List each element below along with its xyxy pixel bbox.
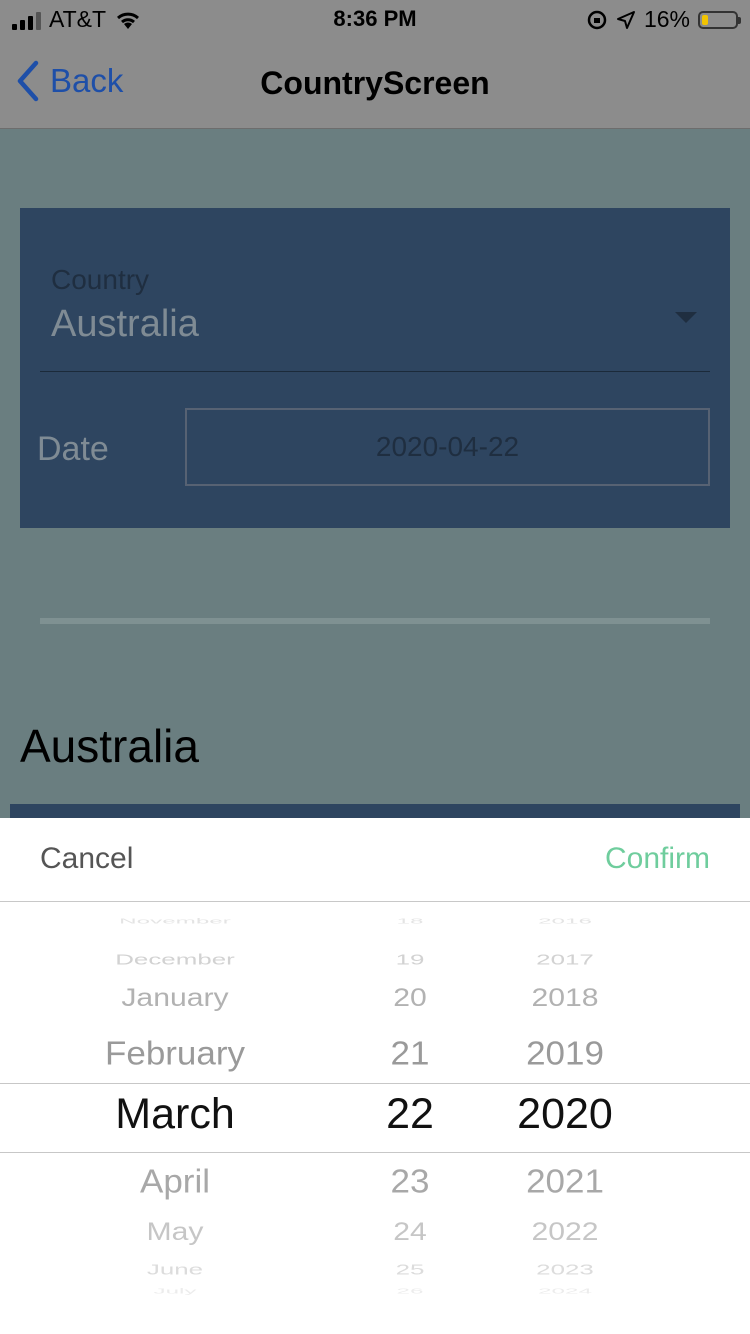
month-option[interactable]: March: [60, 1090, 290, 1139]
date-input[interactable]: 2020-04-22: [185, 408, 710, 486]
date-picker-sheet: Cancel Confirm November December January Fe…: [0, 818, 750, 1334]
year-option[interactable]: 2024: [490, 1286, 640, 1295]
day-option[interactable]: 23: [345, 1163, 475, 1201]
day-option[interactable]: 18: [345, 918, 475, 926]
year-option[interactable]: 2017: [490, 951, 640, 968]
month-option[interactable]: January: [60, 984, 290, 1012]
month-option[interactable]: December: [60, 951, 290, 968]
battery-icon: [698, 10, 741, 29]
month-option[interactable]: November: [60, 918, 290, 926]
year-option[interactable]: 2023: [490, 1261, 640, 1278]
date-label: Date: [37, 430, 109, 468]
year-option[interactable]: 2019: [490, 1035, 640, 1073]
dropdown-arrow-icon[interactable]: [675, 312, 697, 323]
year-option[interactable]: 2018: [490, 984, 640, 1012]
month-option[interactable]: May: [60, 1218, 290, 1246]
navigation-bar: Back CountryScreen: [0, 40, 750, 129]
day-option[interactable]: 21: [345, 1035, 475, 1073]
screen-title: CountryScreen: [260, 65, 490, 101]
month-option[interactable]: April: [60, 1163, 290, 1201]
selected-country-text: Australia: [20, 720, 199, 772]
month-option[interactable]: February: [60, 1035, 290, 1073]
country-select[interactable]: Australia: [51, 303, 199, 346]
year-option[interactable]: 2021: [490, 1163, 640, 1201]
month-wheel[interactable]: November December January February March Apri…: [60, 918, 290, 1298]
location-arrow-icon: [616, 10, 635, 29]
battery-percent: 16%: [643, 6, 690, 32]
country-label: Country: [51, 264, 150, 295]
status-right-group: 16%: [586, 6, 741, 33]
day-option[interactable]: 26: [345, 1286, 475, 1295]
day-option[interactable]: 24: [345, 1218, 475, 1246]
status-bar: AT&T 8:36 PM 16%: [0, 0, 750, 40]
year-wheel[interactable]: 2016 2017 2018 2019 2020 2021 2022 2023 2024: [490, 918, 640, 1298]
day-option[interactable]: 25: [345, 1261, 475, 1278]
day-option[interactable]: 20: [345, 984, 475, 1012]
picker-toolbar: Cancel Confirm: [0, 818, 750, 902]
list-strip: [10, 804, 740, 819]
cancel-button[interactable]: Cancel: [40, 842, 133, 876]
month-option[interactable]: June: [60, 1261, 290, 1278]
year-option[interactable]: 2022: [490, 1218, 640, 1246]
orientation-lock-icon: [587, 10, 607, 29]
year-option[interactable]: 2016: [490, 918, 640, 926]
form-card: Country Australia Date 2020-04-22: [20, 208, 730, 528]
day-option[interactable]: 22: [345, 1090, 475, 1139]
divider: [40, 618, 710, 624]
year-option[interactable]: 2020: [490, 1090, 640, 1139]
day-wheel[interactable]: 18 19 20 21 22 23 24 25 26: [345, 918, 475, 1298]
country-underline: [40, 371, 710, 372]
confirm-button[interactable]: Confirm: [605, 842, 710, 876]
main-content: Country Australia Date 2020-04-22 Austra…: [0, 129, 750, 819]
month-option[interactable]: July: [60, 1286, 290, 1295]
day-option[interactable]: 19: [345, 951, 475, 968]
